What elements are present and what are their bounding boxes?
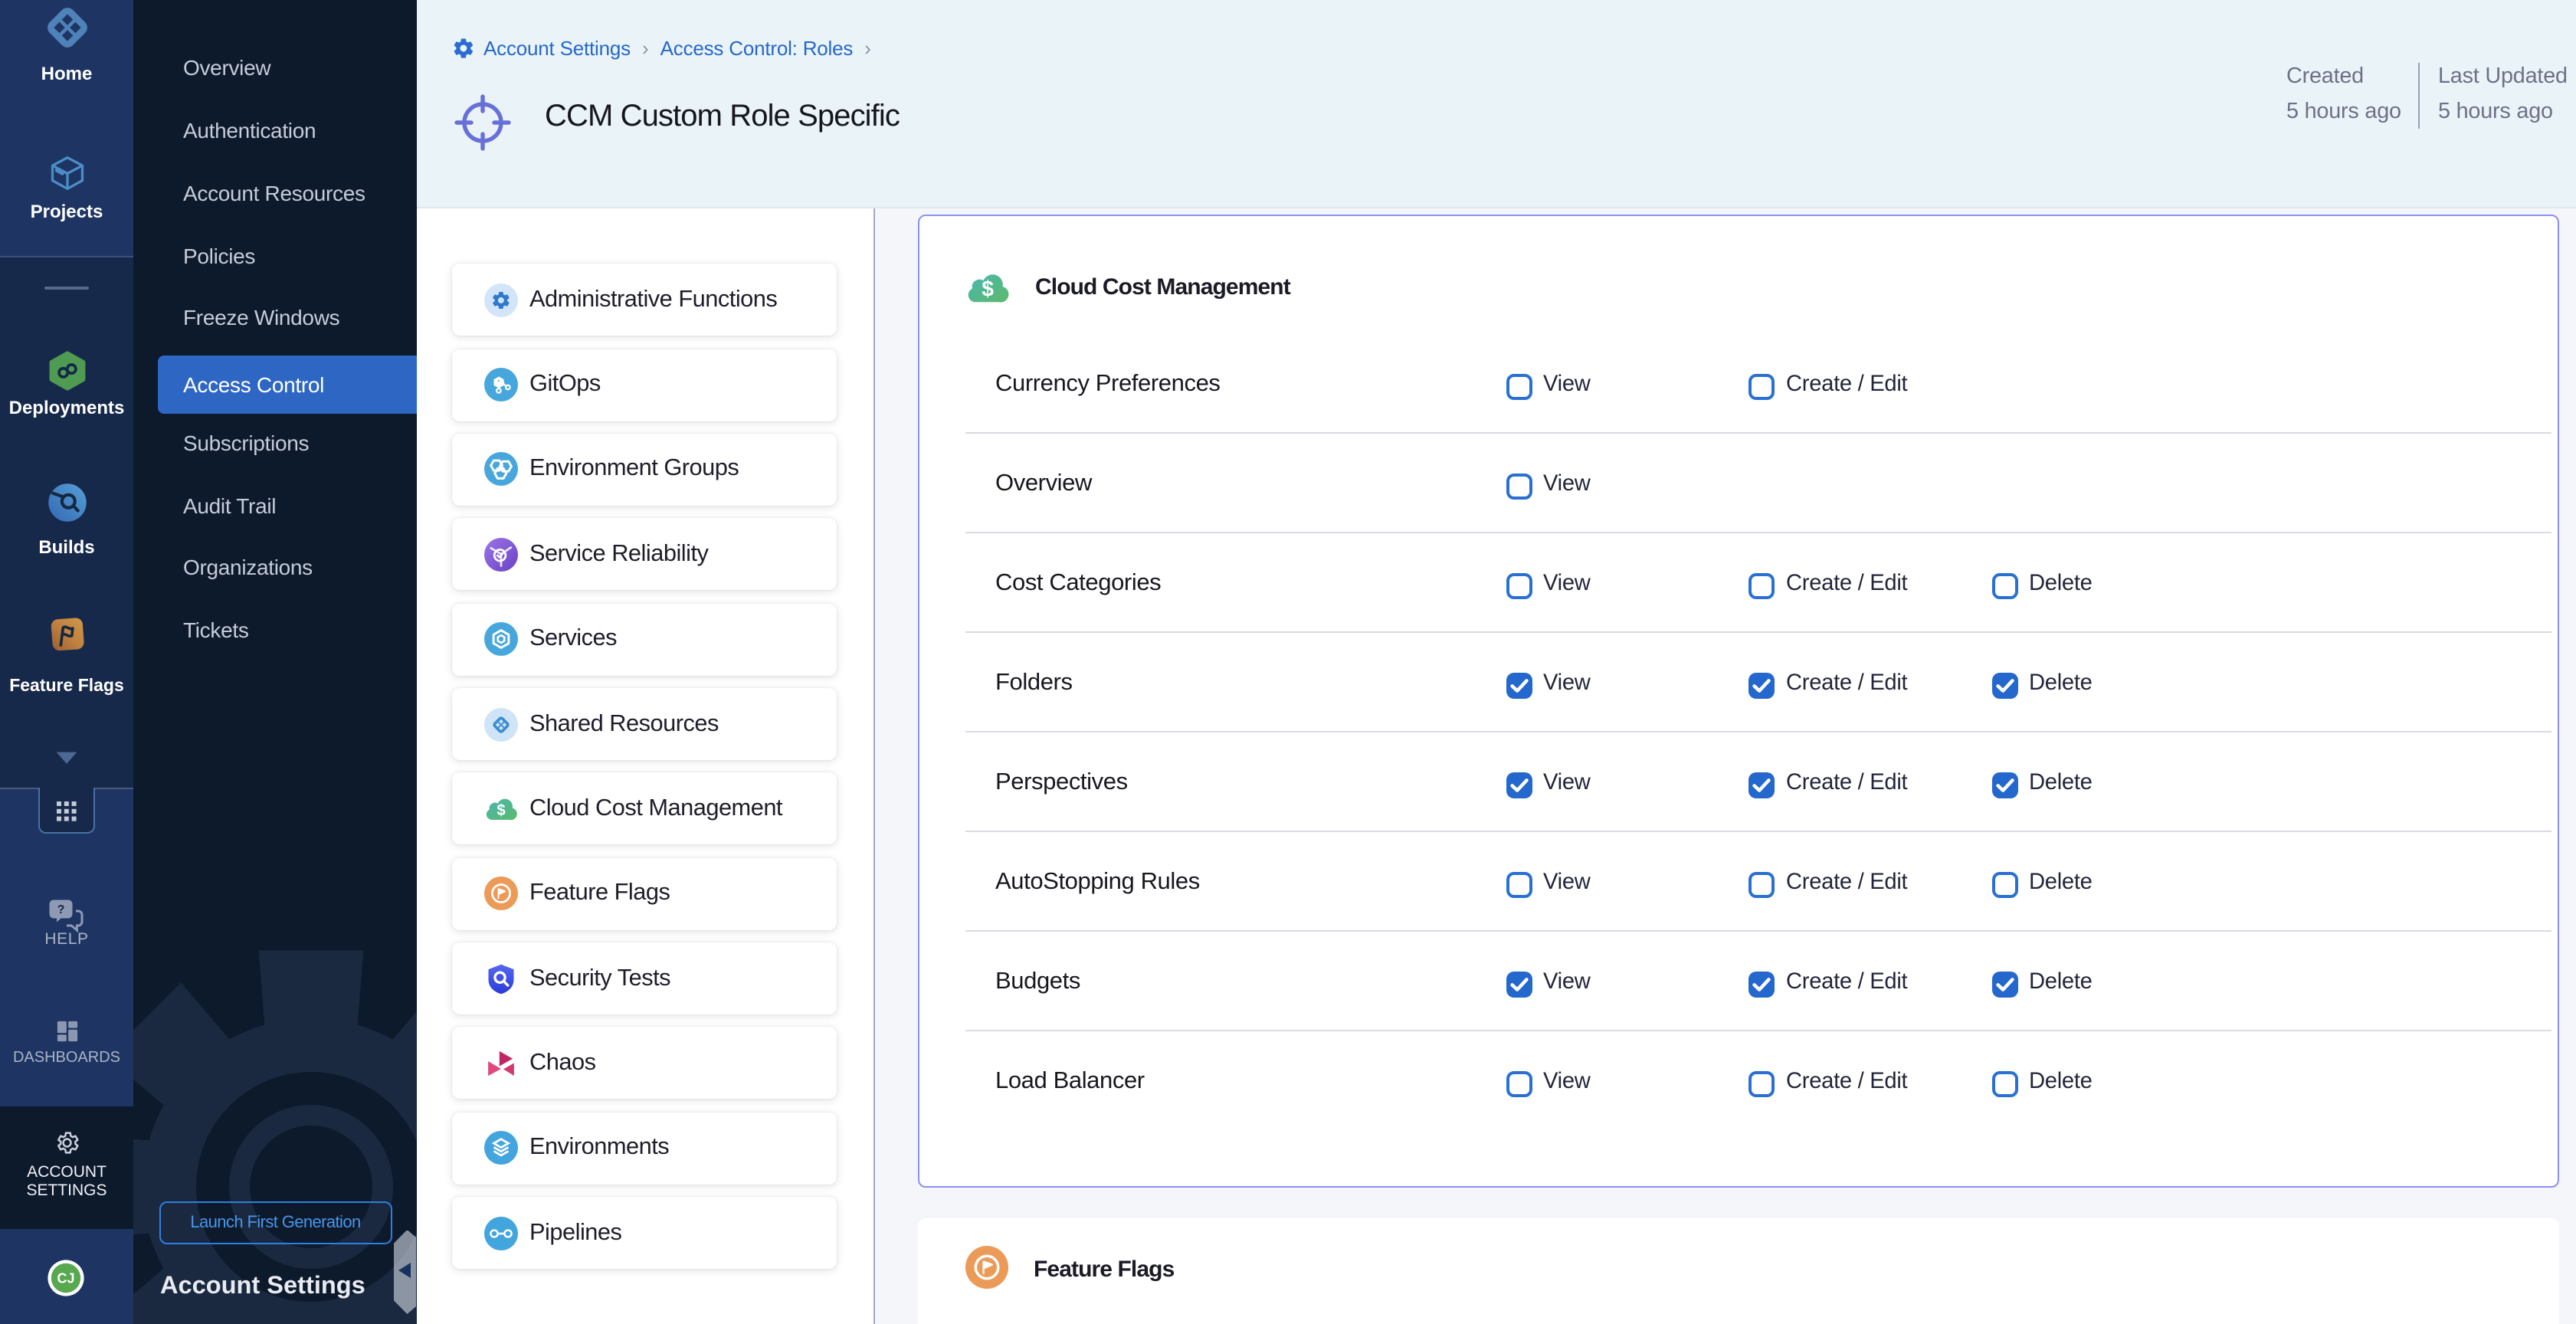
svg-text:$: $ [982, 277, 994, 301]
svg-text:$: $ [496, 801, 505, 819]
svg-text:?: ? [57, 903, 65, 916]
svg-text:CJ: CJ [57, 1270, 74, 1286]
